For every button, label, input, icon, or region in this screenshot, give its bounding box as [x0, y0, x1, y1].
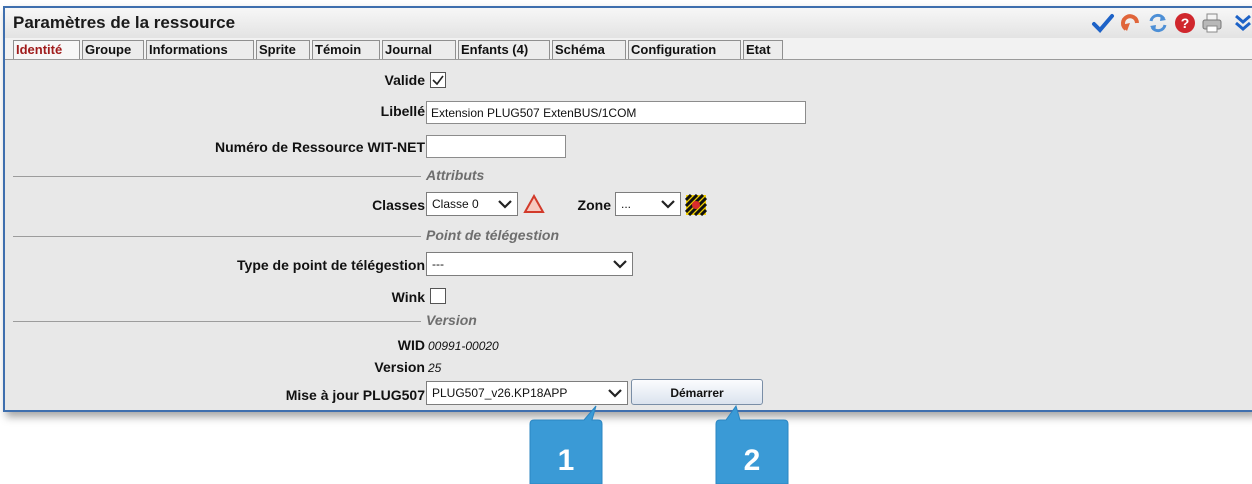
svg-text:?: ?	[1181, 15, 1190, 31]
wid-value: 00991-00020	[428, 339, 499, 353]
libelle-input[interactable]: Extension PLUG507 ExtenBUS/1COM	[426, 101, 806, 124]
help-icon[interactable]: ?	[1173, 11, 1197, 35]
libelle-label: Libellé	[380, 103, 425, 119]
wid-label: WID	[397, 337, 425, 353]
tab-temoin[interactable]: Témoin	[312, 40, 380, 59]
maj-label: Mise à jour PLUG507	[285, 387, 425, 403]
resource-window: Paramètres de la ressource ? Identité Gr…	[3, 6, 1252, 412]
type-point-value: ---	[432, 257, 444, 271]
tab-configuration[interactable]: Configuration	[628, 40, 741, 59]
separator-version	[13, 321, 421, 322]
numero-input[interactable]	[426, 135, 566, 158]
separator-point	[13, 236, 421, 237]
section-attributs-title: Attributs	[426, 167, 485, 183]
tab-groupe[interactable]: Groupe	[82, 40, 144, 59]
tab-sprite[interactable]: Sprite	[256, 40, 310, 59]
form-content: Valide Libellé Extension PLUG507 ExtenBU…	[5, 61, 1252, 410]
valide-label: Valide	[384, 72, 425, 88]
chevron-down-icon	[613, 260, 627, 269]
section-point-title: Point de télégestion	[426, 227, 560, 243]
maj-value: PLUG507_v26.KP18APP	[432, 386, 568, 400]
callout-1-number: 1	[557, 444, 575, 477]
valide-checkbox[interactable]	[430, 72, 446, 88]
undo-icon[interactable]	[1119, 11, 1143, 35]
refresh-icon[interactable]	[1146, 11, 1170, 35]
tab-journal[interactable]: Journal	[382, 40, 456, 59]
wink-checkbox[interactable]	[430, 288, 446, 304]
demarrer-button[interactable]: Démarrer	[631, 379, 763, 405]
tab-identite[interactable]: Identité	[13, 40, 80, 59]
type-point-select[interactable]: ---	[426, 252, 633, 276]
checkmark-icon[interactable]	[1091, 11, 1115, 35]
zone-value: ...	[621, 197, 632, 211]
chevron-down-icon	[661, 200, 675, 209]
section-version-title: Version	[426, 312, 477, 328]
tab-etat[interactable]: Etat	[743, 40, 783, 59]
collapse-icon[interactable]	[1231, 11, 1252, 35]
print-icon[interactable]	[1200, 11, 1224, 35]
chevron-down-icon	[608, 389, 622, 398]
numero-label: Numéro de Ressource WIT-NET	[214, 139, 425, 155]
callout-2-number: 2	[743, 444, 761, 477]
callout-1: 1	[526, 404, 606, 484]
callout-2: 2	[712, 404, 792, 484]
maj-select[interactable]: PLUG507_v26.KP18APP	[426, 381, 628, 405]
window-title: Paramètres de la ressource	[13, 13, 236, 32]
wink-label: Wink	[391, 289, 425, 305]
zone-label: Zone	[577, 197, 611, 213]
checkmark-icon	[432, 75, 444, 86]
tab-enfants[interactable]: Enfants (4)	[458, 40, 550, 59]
tab-informations[interactable]: Informations	[146, 40, 254, 59]
zone-select[interactable]: ...	[615, 192, 681, 216]
title-bar: Paramètres de la ressource ?	[5, 8, 1252, 38]
type-point-label: Type de point de télégestion	[237, 257, 425, 273]
tab-bar: Identité Groupe Informations Sprite Témo…	[5, 38, 1252, 60]
version-value: 25	[428, 361, 442, 375]
separator-attributs	[13, 176, 421, 177]
tab-schema[interactable]: Schéma	[552, 40, 626, 59]
version-label: Version	[374, 359, 425, 375]
zone-hazard-icon	[684, 193, 708, 217]
